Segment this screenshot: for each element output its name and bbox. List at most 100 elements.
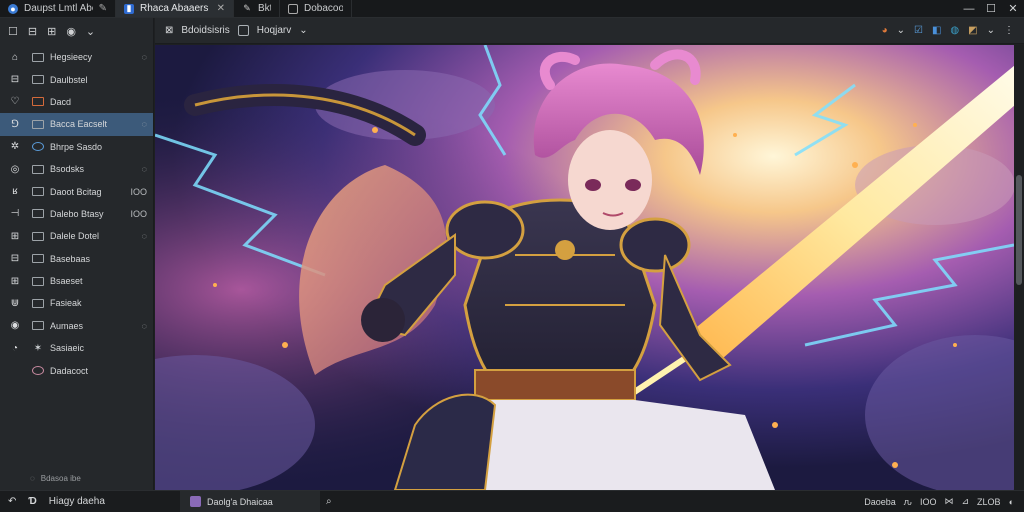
settings-icon[interactable]: ◉ — [66, 25, 76, 38]
sidebar-item[interactable]: ʁ Daoot Bcitag IOO — [0, 180, 153, 202]
status-label: Hiagy daeha — [48, 496, 105, 507]
status-icon[interactable]: ԉ — [904, 497, 912, 507]
list-icon: ⊟ — [10, 74, 20, 86]
edit-icon[interactable]: ◩ — [968, 25, 977, 36]
tab-edit-icon[interactable]: ✎ — [99, 3, 107, 14]
status-bar: ↶ Ɗ Hiagy daeha Daolg'a Dhaicaa ⌕ Daoeba… — [0, 490, 1024, 512]
folder-icon — [32, 209, 44, 219]
sidebar-item[interactable]: ⊟ Daulbstel — [0, 68, 153, 90]
sidebar-item-active[interactable]: ⅁ Bacca Eacselt ◌ — [0, 113, 153, 136]
folder-red-icon — [32, 97, 44, 107]
sidebar-item[interactable]: Dadacoct — [0, 359, 153, 381]
status-right-label: Daoeba — [864, 496, 896, 507]
document-label: Daolg'a Dhaicaa — [207, 496, 273, 507]
folder-icon — [32, 254, 44, 264]
sidebar-item[interactable]: ◎ Bsodsks ◌ — [0, 158, 153, 180]
sync-icon: ◌ — [141, 320, 147, 331]
globe-icon — [32, 142, 44, 152]
info-icon: ◌ — [30, 473, 35, 483]
image-canvas[interactable] — [155, 45, 1014, 490]
new-icon[interactable]: ☐ — [8, 25, 18, 38]
sidebar-item[interactable]: ◉ Aumaes ◌ — [0, 315, 153, 337]
grid-icon: ⊞ — [10, 230, 20, 242]
sidebar-item-label: Bsaeset — [50, 276, 83, 287]
vertical-scrollbar[interactable] — [1014, 45, 1024, 490]
sidebar-footer: ◌ Bdasoa ibe — [0, 470, 81, 486]
image-icon — [237, 25, 249, 36]
sidebar-item-label: Fasieak — [50, 298, 82, 309]
document-icon: ▮ — [124, 3, 134, 14]
minimize-icon[interactable]: — — [958, 3, 980, 15]
sidebar-item-label: Daulbstel — [50, 74, 88, 85]
folder-icon — [32, 276, 44, 286]
app-icon[interactable]: ⊠ — [165, 25, 173, 36]
sync-icon: ◌ — [141, 231, 147, 242]
tab-4[interactable]: Dobacoos — [280, 0, 352, 17]
layout-icon[interactable]: ◧ — [932, 25, 941, 36]
folder-icon — [32, 119, 44, 129]
tab-1[interactable]: ● Daupst Lmtl Abcoates ✎ — [0, 0, 116, 17]
profile-icon[interactable]: ◕ — [882, 25, 888, 36]
sidebar-item[interactable]: ⊟ Basebaas — [0, 248, 153, 270]
check-icon[interactable]: ☑ — [914, 25, 923, 36]
folder-icon — [32, 231, 44, 241]
tab-2-active[interactable]: ▮ Rhaca Abaaers ✕ — [116, 0, 234, 17]
count-badge: IOO — [130, 186, 147, 197]
folder-icon — [32, 75, 44, 85]
image-icon — [288, 3, 298, 14]
tab-3[interactable]: ✎ Bkta — [234, 0, 280, 17]
close-icon[interactable]: ✕ — [217, 3, 225, 14]
app-logo-icon: Ɗ — [28, 496, 37, 507]
sidebar-item[interactable]: ⊞ Dalele Dotel ◌ — [0, 225, 153, 247]
sidebar-item[interactable]: ⌂ Hegsieecy ◌ — [0, 46, 153, 68]
link-icon[interactable]: ⋈ — [945, 496, 954, 507]
scrollbar-thumb[interactable] — [1016, 175, 1022, 285]
grid-icon[interactable]: ⊞ — [47, 25, 56, 38]
sidebar-list: ⌂ Hegsieecy ◌ ⊟ Daulbstel ♡ Dacd ⅁ Bacca… — [0, 46, 153, 382]
search-icon[interactable]: ⌕ — [326, 496, 332, 507]
folder-icon — [32, 298, 44, 308]
sidebar-item[interactable]: ♡ Dacd — [0, 91, 153, 113]
undo-icon[interactable]: ↶ — [8, 496, 16, 507]
toolbar-item-2[interactable]: Hoqjarv — [257, 25, 291, 36]
sidebar-footer-label: Bdasoa ibe — [40, 473, 81, 483]
folder-icon — [32, 52, 44, 62]
folder-icon — [32, 321, 44, 331]
theme-icon[interactable]: ◐ — [1009, 497, 1014, 507]
collapse-icon[interactable]: ⊟ — [28, 25, 37, 38]
sidebar-item[interactable]: ⋓ Fasieak — [0, 292, 153, 314]
chevron-down-icon[interactable]: ⌄ — [897, 25, 905, 36]
sidebar-item[interactable]: ⊣ Dalebo Btasy IOO — [0, 203, 153, 225]
flower-icon — [32, 366, 44, 376]
toolbar-item-1[interactable]: Bdoidsisris — [181, 25, 229, 36]
sync-icon: ◌ — [141, 119, 147, 130]
sidebar-item-label: Daoot Bcitag — [50, 186, 102, 197]
status-right: Daoeba ԉ IOO ⋈ ⊿ ZLOB ◐ — [864, 496, 1024, 507]
location-icon: ◉ — [10, 320, 20, 332]
main-toolbar: ⊠ Bdoidsisris Hoqjarv ⌄ ◕ ⌄ ☑ ◧ ◍ ◩ ⌄ ⋮ — [155, 18, 1024, 44]
document-color-icon — [190, 496, 201, 507]
close-window-icon[interactable]: ✕ — [1002, 2, 1024, 15]
sidebar-item-label: Dalele Dotel — [50, 231, 100, 242]
folder-icon — [32, 164, 44, 174]
sidebar-item-label: Aumaes — [50, 320, 84, 331]
split-icon: ⊣ — [10, 208, 20, 220]
sidebar-item[interactable]: ⊞ Bsaeset — [0, 270, 153, 292]
tab-label: Rhaca Abaaers — [140, 3, 209, 14]
chevron-down-icon[interactable]: ⌄ — [987, 25, 995, 36]
sidebar-item[interactable]: ✲ Bhrpe Sasdo — [0, 136, 153, 158]
list-icon: ⊟ — [10, 253, 20, 265]
signal-icon: ⊿ — [961, 496, 970, 506]
sync-icon: ◌ — [141, 52, 147, 63]
sync-icon[interactable]: ◍ — [950, 25, 959, 36]
sync-icon: ◌ — [141, 164, 147, 175]
zoom-readout[interactable]: ZLOB — [977, 497, 1001, 507]
sidebar-item[interactable]: ◔ ✶ Sasiaeic — [0, 337, 153, 359]
more-icon[interactable]: ⋮ — [1004, 25, 1014, 36]
chevron-down-icon[interactable]: ⌄ — [86, 25, 95, 38]
status-document[interactable]: Daolg'a Dhaicaa — [180, 490, 320, 512]
edit-icon: ✎ — [243, 3, 251, 13]
chevron-down-icon[interactable]: ⌄ — [299, 25, 307, 36]
tab-label: Daupst Lmtl Abcoates — [24, 3, 93, 14]
maximize-icon[interactable]: ☐ — [980, 2, 1002, 15]
